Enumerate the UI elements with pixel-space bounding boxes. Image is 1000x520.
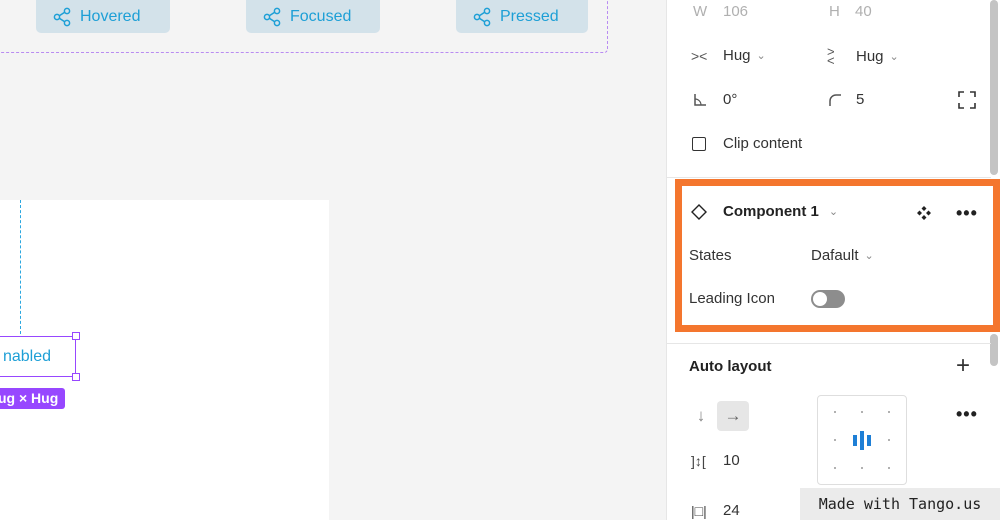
resize-handle[interactable]: [72, 373, 80, 381]
arrow-down-icon[interactable]: ↓: [685, 401, 717, 431]
resize-handle[interactable]: [72, 332, 80, 340]
variant-label: Hovered: [80, 7, 141, 25]
design-canvas[interactable]: Hovered Focused Pressed nabled ug × Hug: [0, 0, 666, 520]
auto-layout-title: Auto layout: [689, 358, 772, 375]
height-field[interactable]: H 40: [829, 3, 872, 20]
auto-layout-header: Auto layout: [689, 358, 772, 375]
variant-focused[interactable]: Focused: [246, 0, 380, 33]
properties-panel: W 106 H 40 >< Hug ⌄ > < Hug ⌄ 0° 5 Clip c…: [666, 0, 1000, 520]
artboard[interactable]: nabled ug × Hug: [0, 200, 329, 520]
alignment-box[interactable]: [817, 395, 907, 485]
divider: [667, 177, 991, 178]
vertical-resizing-dropdown[interactable]: > < Hug ⌄: [827, 44, 899, 68]
height-value: 40: [855, 3, 872, 20]
panel-scrollbar[interactable]: [990, 0, 998, 175]
chevron-down-icon: ⌄: [889, 50, 899, 63]
horizontal-resizing-icon: ><: [691, 47, 708, 64]
divider: [667, 343, 991, 344]
width-value: 106: [723, 3, 749, 20]
share-icon: [263, 7, 281, 26]
measurement-guide: [20, 200, 21, 334]
selected-button-label: nabled: [2, 347, 51, 365]
tutorial-highlight: [675, 179, 1000, 332]
variant-pressed[interactable]: Pressed: [456, 0, 588, 33]
horizontal-resizing-dropdown[interactable]: >< Hug ⌄: [691, 47, 766, 64]
selected-component-instance[interactable]: nabled: [0, 336, 76, 377]
vertical-resizing-icon: > <: [827, 44, 835, 68]
independent-corners-icon[interactable]: [958, 91, 976, 109]
align-center-icon: [853, 431, 871, 450]
direction-toggle[interactable]: ↓ →: [685, 401, 749, 431]
checkbox-icon: [692, 136, 706, 151]
panel-scrollbar-lower[interactable]: [990, 334, 998, 366]
height-label: H: [829, 3, 840, 20]
more-options-icon[interactable]: •••: [956, 404, 978, 425]
padding-value: 24: [723, 502, 740, 519]
clip-content-checkbox[interactable]: Clip content: [692, 135, 802, 152]
corner-radius-icon: [829, 93, 841, 106]
width-label: W: [693, 3, 708, 20]
width-field[interactable]: W 106: [693, 3, 748, 20]
padding-icon: |□|: [691, 502, 707, 519]
share-icon: [473, 7, 491, 26]
item-spacing-field[interactable]: ]↕[ 10: [691, 452, 740, 469]
corner-radius-value: 5: [856, 91, 865, 108]
horizontal-resizing-value: Hug: [723, 47, 751, 64]
size-badge: ug × Hug: [0, 388, 66, 409]
clip-content-label: Clip content: [723, 135, 803, 152]
variant-label: Focused: [290, 7, 352, 25]
add-icon[interactable]: +: [956, 352, 970, 380]
vertical-resizing-value: Hug: [856, 47, 884, 65]
share-icon: [53, 7, 71, 26]
spacing-icon: ]↕[: [691, 452, 706, 469]
spacing-value: 10: [723, 452, 740, 469]
rotation-icon: [694, 93, 706, 106]
corner-radius-field[interactable]: 5: [828, 91, 864, 108]
variant-label: Pressed: [500, 7, 559, 25]
rotation-field[interactable]: 0°: [693, 91, 737, 108]
rotation-value: 0°: [723, 91, 738, 108]
chevron-down-icon: ⌄: [756, 50, 766, 62]
variant-hovered[interactable]: Hovered: [36, 0, 170, 33]
arrow-right-icon[interactable]: →: [717, 401, 749, 431]
tango-watermark: Made with Tango.us: [800, 488, 1000, 520]
padding-field[interactable]: |□| 24: [691, 502, 740, 519]
